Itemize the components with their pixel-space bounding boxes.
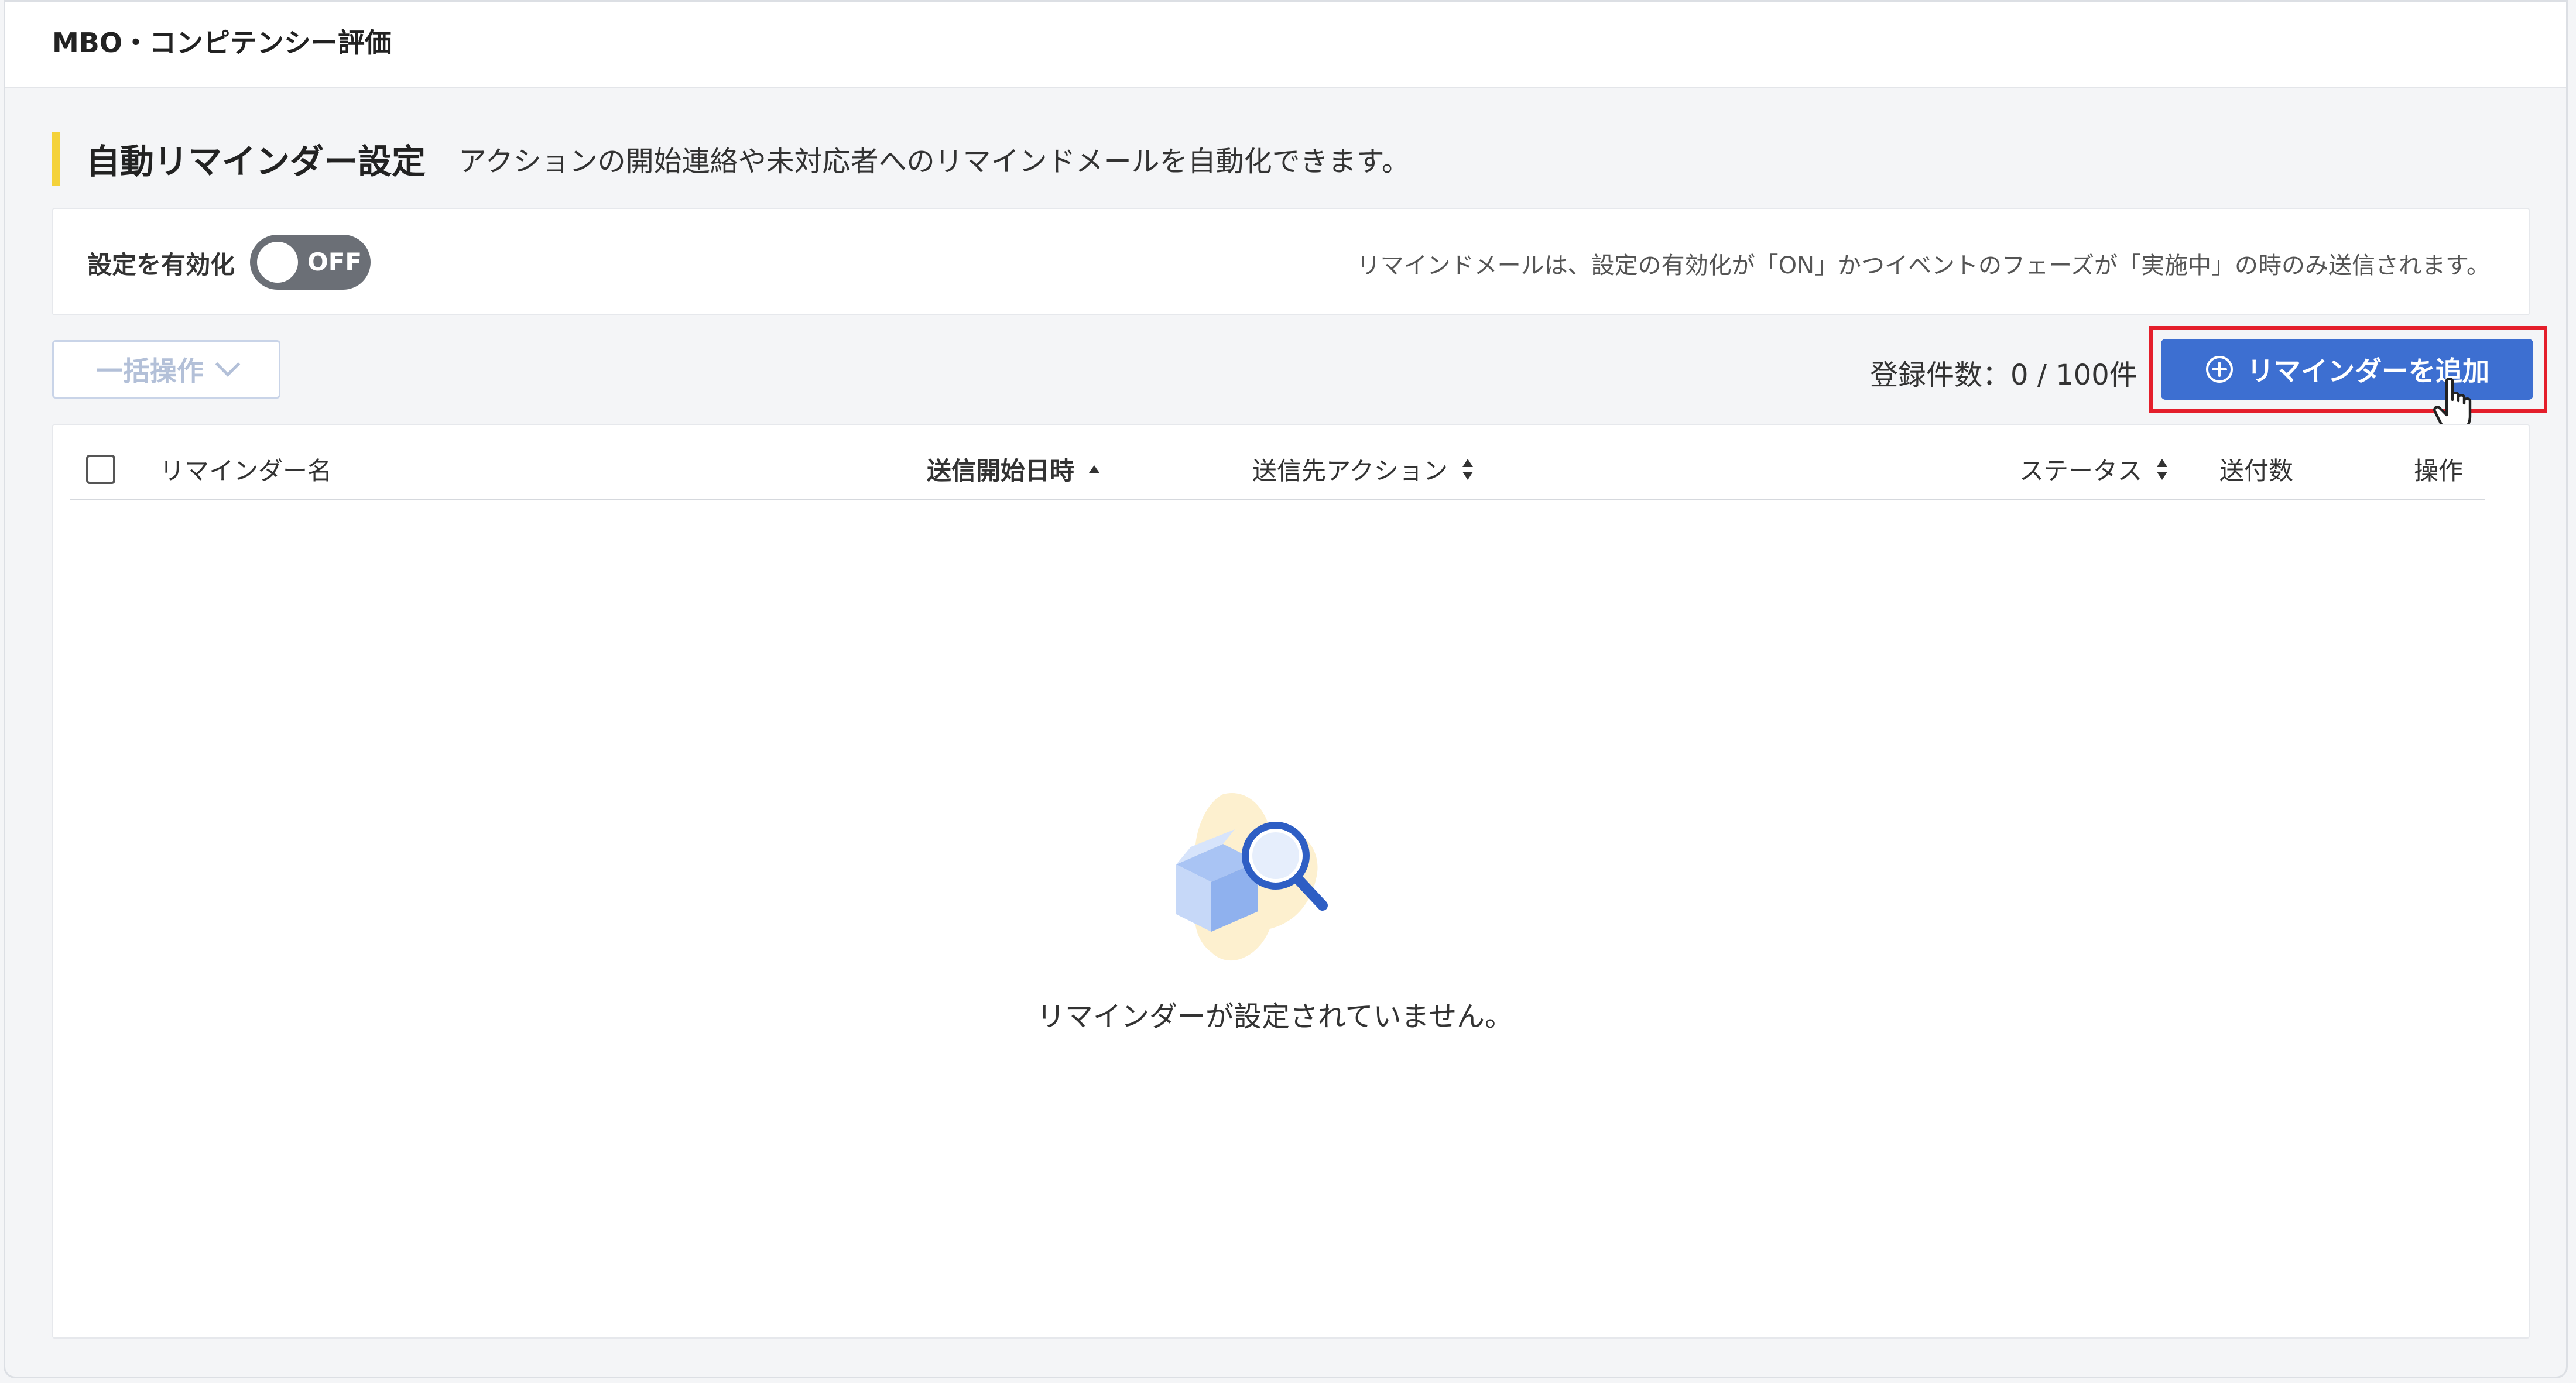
enable-toggle[interactable]: OFF: [250, 235, 371, 290]
registration-count: 登録件数：0 / 100件: [1870, 359, 2137, 392]
column-start-datetime-label: 送信開始日時: [927, 457, 1075, 485]
settings-card: 設定を有効化 OFF リマインドメールは、設定の有効化が「ON」かつイベントのフ…: [52, 208, 2530, 315]
column-target-action[interactable]: 送信先アクション: [1252, 451, 1475, 487]
column-reminder-name-label: リマインダー名: [160, 457, 333, 485]
table-header: リマインダー名 送信開始日時 送信先アクション ステータス 送付数 操作: [70, 425, 2485, 500]
column-operations-label: 操作: [2414, 457, 2464, 485]
sort-ascending-icon: [1089, 465, 1100, 473]
toggle-state-label: OFF: [307, 248, 362, 276]
app-window: MBO・コンピテンシー評価 自動リマインダー設定 アクションの開始連絡や未対応者…: [4, 0, 2568, 1378]
column-target-action-label: 送信先アクション: [1252, 457, 1448, 485]
box-search-icon: [1176, 793, 1328, 961]
bulk-action-button[interactable]: 一括操作: [52, 340, 280, 399]
column-start-datetime[interactable]: 送信開始日時: [927, 451, 1101, 487]
section-accent-bar: [52, 132, 60, 186]
plus-circle-icon: [2206, 356, 2233, 383]
sort-toggle-icon: [1462, 458, 1473, 480]
bulk-action-label: 一括操作: [96, 355, 204, 387]
column-sent-count: 送付数: [2219, 451, 2293, 487]
app-title: MBO・コンピテンシー評価: [52, 27, 392, 59]
section-description: アクションの開始連絡や未対応者へのリマインドメールを自動化できます。: [458, 145, 1410, 178]
settings-note: リマインドメールは、設定の有効化が「ON」かつイベントのフェーズが「実施中」の時…: [1356, 252, 2490, 279]
top-bar: MBO・コンピテンシー評価: [5, 2, 2566, 88]
sort-toggle-icon: [2157, 458, 2168, 480]
empty-state-message: リマインダーが設定されていません。: [1037, 1000, 1513, 1033]
chevron-down-icon: [215, 352, 241, 377]
enable-label: 設定を有効化: [87, 250, 235, 279]
column-status-label: ステータス: [2019, 457, 2143, 485]
toggle-knob: [257, 242, 298, 283]
column-operations: 操作: [2414, 451, 2463, 487]
section-header: 自動リマインダー設定 アクションの開始連絡や未対応者へのリマインドメールを自動化…: [52, 132, 1410, 186]
column-status[interactable]: ステータス: [2019, 451, 2169, 487]
select-all-checkbox[interactable]: [86, 455, 115, 484]
section-title: 自動リマインダー設定: [86, 142, 426, 181]
column-reminder-name: リマインダー名: [160, 451, 332, 487]
column-sent-count-label: 送付数: [2219, 457, 2294, 485]
